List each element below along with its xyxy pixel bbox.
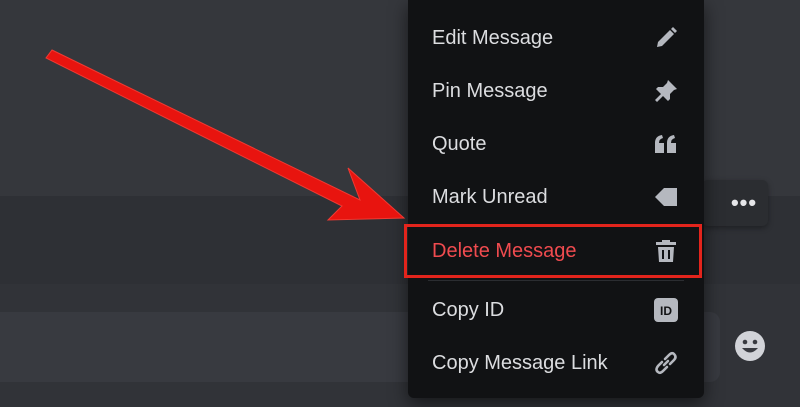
annotation-arrow	[45, 49, 406, 221]
